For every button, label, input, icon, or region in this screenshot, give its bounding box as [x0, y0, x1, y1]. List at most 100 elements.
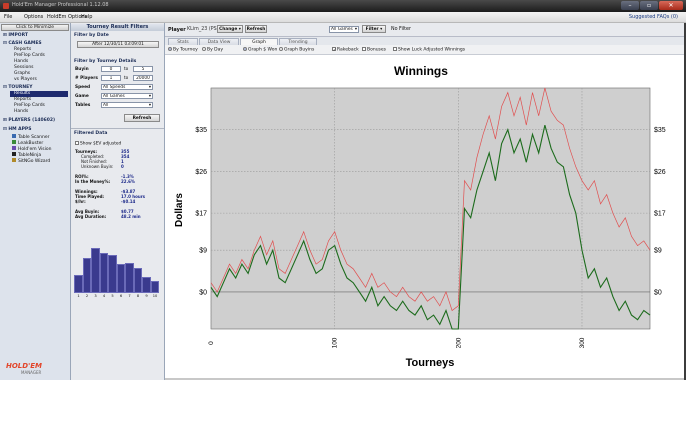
histogram-label: 8 — [136, 294, 140, 298]
player-label: Player — [168, 27, 186, 33]
bonuses-checkbox[interactable]: Bonuses — [362, 47, 386, 53]
by-day-radio[interactable]: By Day — [202, 47, 223, 53]
radio-selected-icon — [243, 47, 247, 51]
buyin-from-input[interactable]: 0 — [101, 66, 121, 72]
sidebar-item-import[interactable]: ⊞ IMPORT — [3, 33, 28, 39]
bonuses-label: Bonuses — [367, 47, 387, 53]
buyin-label: Buyin — [75, 67, 89, 72]
table-scanner-icon — [12, 134, 16, 138]
close-icon[interactable]: ✕ — [659, 1, 683, 10]
y-tick-label: $17 — [195, 211, 207, 218]
stat-label: In the Money%: — [75, 179, 111, 184]
histogram-bar — [99, 253, 108, 293]
checkbox-checked-icon: ✓ — [332, 47, 337, 52]
filter-label: Filter — [365, 27, 379, 32]
stat-value: -$0.14 — [121, 199, 136, 204]
stat-label: Unknown Buyin: — [81, 164, 114, 169]
histogram-bar — [116, 264, 125, 293]
sidebar-item-label: CASH GAMES — [8, 41, 42, 46]
stat-label: Avg Duration: — [75, 214, 107, 219]
filter-refresh-button[interactable]: Refresh — [124, 114, 160, 122]
player-toolbar: Player KLim_23 (PS) Change ▾ Refresh All… — [165, 23, 684, 37]
chevron-down-icon: ▾ — [148, 103, 151, 108]
horizontal-scrollbar[interactable] — [165, 378, 684, 380]
x-tick-label: 100 — [332, 337, 339, 348]
luck-adjusted-checkbox[interactable]: Show Luck Adjusted Winnings — [393, 47, 465, 53]
sidebar-item-tourney-hands[interactable]: Hands — [14, 109, 28, 115]
window-title: Hold'Em Manager Professional 1.12.08 — [12, 2, 109, 8]
chevron-down-icon: ▾ — [380, 27, 383, 32]
y-tick-label-right: $26 — [654, 169, 666, 176]
games-select[interactable]: All Games ▾ — [329, 26, 359, 33]
histogram-label: 7 — [128, 294, 131, 298]
sidebar-item-label: TOURNEY — [8, 85, 33, 90]
view-tabs: Stats Data View Graph Trending — [165, 37, 684, 45]
sidebar-item-label: IMPORT — [8, 33, 28, 38]
sidebar-item-label: PLAYERS (140602) — [8, 118, 56, 123]
change-player-button[interactable]: Change ▾ — [217, 25, 243, 33]
histogram-bar — [108, 254, 117, 293]
sidebar: Click to Minimize ⊞ IMPORT ⊟ CASH GAMES … — [0, 23, 71, 380]
menu-help[interactable]: Help — [81, 14, 92, 20]
speed-select[interactable]: All Speeds ▾ — [101, 84, 153, 90]
tableninja-icon — [12, 152, 16, 156]
graph-buyins-label: Graph Buyins — [284, 47, 315, 53]
histogram-label: 3 — [94, 294, 97, 298]
tables-label: Tables — [75, 103, 91, 108]
players-label: # Players — [75, 76, 98, 81]
histogram-bar — [142, 276, 151, 293]
sidebar-item-hm-apps[interactable]: ⊟ HM APPS — [3, 127, 31, 133]
winnings-chart: Winnings Tourneys Dollars $0 $0 $9 $9 $17 $17… — [165, 55, 684, 379]
x-tick-label: 300 — [579, 337, 586, 348]
players-to-input[interactable]: 20000 — [133, 75, 153, 81]
maximize-icon[interactable]: ▫ — [640, 1, 658, 10]
y-tick-label-right: $17 — [654, 211, 666, 218]
speed-select-value: All Speeds — [103, 85, 126, 90]
by-tourney-radio[interactable]: By Tourney — [168, 47, 198, 53]
filter-button[interactable]: Filter ▾ — [362, 25, 386, 33]
no-filter-text: No Filter — [391, 27, 411, 32]
show-sev-checkbox[interactable]: Show $EV adjusted — [75, 141, 121, 147]
y-tick-label: $9 — [199, 248, 207, 255]
stat-label: $/hr: — [75, 199, 86, 204]
menu-options[interactable]: Options — [24, 14, 43, 20]
tables-select[interactable]: All ▾ — [101, 102, 153, 108]
sidebar-item-players[interactable]: ⊞ PLAYERS (140602) — [3, 118, 55, 124]
players-from-input[interactable]: 1 — [101, 75, 121, 81]
buyin-to-label: to — [124, 67, 129, 72]
checkbox-icon — [75, 141, 79, 145]
tab-stats[interactable]: Stats — [168, 38, 198, 45]
minimize-icon[interactable]: – — [621, 1, 639, 10]
minimize-sidebar-button[interactable]: Click to Minimize — [1, 24, 69, 31]
date-filter-button[interactable]: After 12/30/11 03:09:01 — [77, 41, 159, 48]
radio-icon — [279, 47, 283, 51]
graph-won-radio[interactable]: Graph $ Won — [243, 47, 277, 53]
y-tick-label: $26 — [195, 169, 207, 176]
suggested-faqs-link[interactable]: Suggested FAQs (0) — [629, 14, 678, 20]
menu-bar: File Options HoldEm Options Help Suggest… — [0, 12, 686, 23]
holdem-vision-icon — [12, 146, 16, 150]
rakeback-checkbox[interactable]: ✓Rakeback — [332, 47, 359, 53]
game-select[interactable]: All Games ▾ — [101, 93, 153, 99]
tab-data-view[interactable]: Data View — [199, 38, 239, 45]
menu-file[interactable]: File — [4, 14, 12, 20]
tab-trending[interactable]: Trending — [279, 38, 317, 45]
refresh-button[interactable]: Refresh — [245, 25, 267, 33]
sidebar-item-vs-players[interactable]: vs Players — [14, 77, 37, 83]
histogram-bar — [91, 248, 100, 293]
buyin-to-input[interactable]: 5 — [133, 66, 153, 72]
histogram-bar — [74, 275, 83, 293]
stat-value: 48.2 min — [121, 214, 141, 219]
tab-graph[interactable]: Graph — [240, 38, 278, 45]
x-axis-label: Tourneys — [406, 357, 455, 369]
y-tick-label-right: $0 — [654, 289, 662, 296]
tables-select-value: All — [103, 103, 109, 108]
chevron-down-icon: ▾ — [148, 85, 151, 90]
x-tick-label: 200 — [455, 337, 462, 348]
sidebar-item-sitngo-wizard[interactable]: SitNGo Wizard — [12, 158, 50, 164]
holdem-manager-logo: HOLD'EM — [6, 362, 42, 370]
y-tick-label: $0 — [199, 289, 207, 296]
histogram-bar — [150, 280, 159, 293]
graph-buyins-radio[interactable]: Graph Buyins — [279, 47, 314, 53]
histogram-label: 10 — [152, 294, 158, 298]
